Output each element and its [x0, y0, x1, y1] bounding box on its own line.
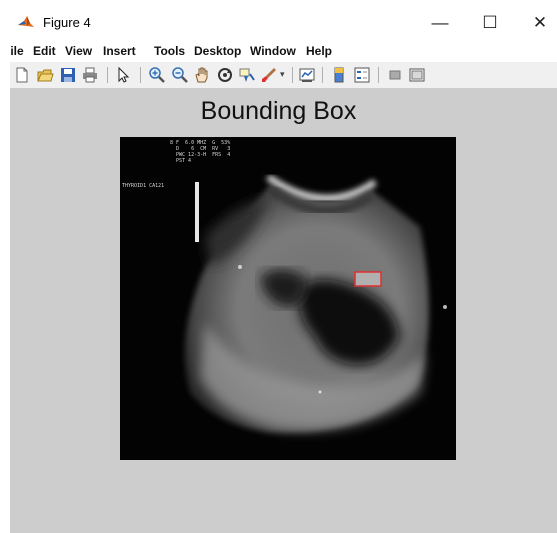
matlab-logo-icon — [18, 16, 34, 27]
toolbar-separator — [378, 67, 379, 83]
pointer-icon[interactable] — [114, 66, 132, 84]
pan-icon[interactable] — [193, 66, 211, 84]
toolbar-separator — [107, 67, 108, 83]
menu-window[interactable]: Window — [250, 44, 296, 58]
link-plot-icon[interactable] — [298, 66, 316, 84]
brush-icon[interactable] — [260, 66, 278, 84]
figure-toolbar: ▾ — [0, 62, 557, 88]
print-icon[interactable] — [81, 66, 99, 84]
toolbar-separator — [322, 67, 323, 83]
rotate-3d-icon[interactable] — [216, 66, 234, 84]
open-file-icon[interactable] — [36, 66, 54, 84]
menu-tools[interactable]: Tools — [154, 44, 185, 58]
new-figure-icon[interactable] — [13, 66, 31, 84]
zoom-in-icon[interactable] — [148, 66, 166, 84]
hide-plot-tools-icon[interactable] — [386, 66, 404, 84]
ultrasound-image — [185, 174, 447, 433]
brush-dropdown-icon[interactable]: ▾ — [280, 69, 285, 80]
toolbar-separator — [292, 67, 293, 83]
image-axes[interactable]: 8 F 6.0 MHZ G 53% D 6 CM RV 3 PWC 12-3-H… — [120, 137, 456, 460]
scan-parameters: 8 F 6.0 MHZ G 53% D 6 CM RV 3 PWC 12-3-H… — [170, 140, 230, 164]
title-bar: Figure 4 — ☐ ✕ — [0, 0, 557, 42]
menu-help[interactable]: Help — [306, 44, 332, 58]
data-cursor-icon[interactable] — [238, 66, 256, 84]
study-label: THYROID1 CA121 — [122, 183, 165, 189]
zoom-out-icon[interactable] — [171, 66, 189, 84]
menu-view[interactable]: View — [65, 44, 92, 58]
menu-insert[interactable]: Insert — [103, 44, 136, 58]
plot-title: Bounding Box — [200, 97, 357, 125]
maximize-button[interactable]: ☐ — [470, 8, 510, 38]
menu-edit[interactable]: Edit — [33, 44, 56, 58]
toolbar-separator — [140, 67, 141, 83]
colorbar-icon[interactable] — [330, 66, 348, 84]
save-icon[interactable] — [59, 66, 77, 84]
menu-desktop[interactable]: Desktop — [194, 44, 241, 58]
show-plot-tools-icon[interactable] — [408, 66, 426, 84]
minimize-button[interactable]: — — [420, 8, 460, 38]
legend-icon[interactable] — [353, 66, 371, 84]
menu-bar: File Edit View Insert Tools Desktop Wind… — [0, 42, 557, 62]
close-button[interactable]: ✕ — [520, 8, 557, 38]
scan-parameter-line: PST 4 — [170, 158, 192, 164]
window-title: Figure 4 — [43, 15, 91, 30]
